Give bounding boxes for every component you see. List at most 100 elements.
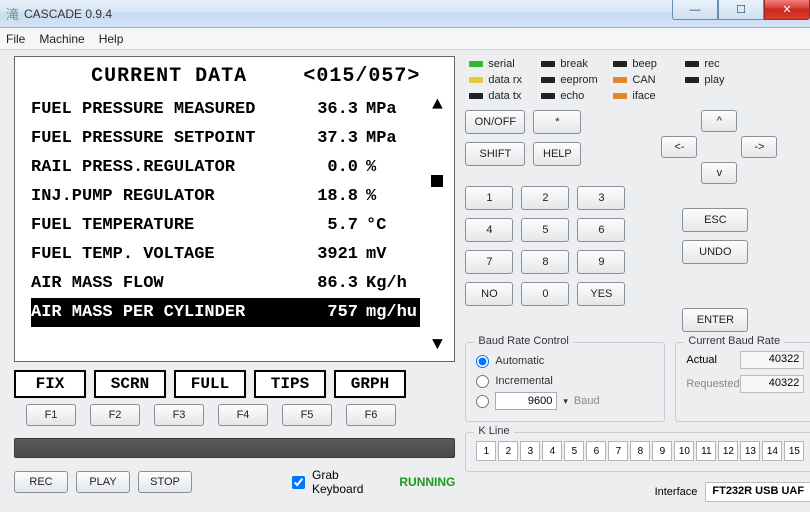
led-echo: echo — [541, 90, 613, 102]
scroll-thumb[interactable] — [431, 175, 443, 187]
lcd-row-value: 0.0 — [291, 158, 366, 177]
digit-8-button[interactable]: 8 — [521, 250, 569, 274]
progress-bar — [14, 438, 455, 458]
kline-cell-12[interactable]: 12 — [718, 441, 738, 461]
lcd-row-unit: °C — [366, 216, 386, 235]
lcd-row[interactable]: INJ.PUMP REGULATOR18.8% — [31, 182, 420, 211]
lcd-row-value: 757 — [291, 303, 366, 322]
lcd-row-label: AIR MASS PER CYLINDER — [31, 303, 291, 322]
lcd-row[interactable]: FUEL PRESSURE MEASURED36.3MPa — [31, 95, 420, 124]
scroll-up-icon[interactable]: ▲ — [432, 95, 443, 115]
kline-cell-7[interactable]: 7 — [608, 441, 628, 461]
shift-button[interactable]: SHIFT — [465, 142, 525, 166]
lcd-row[interactable]: FUEL TEMPERATURE5.7°C — [31, 211, 420, 240]
led-data-tx: data tx — [469, 90, 541, 102]
fnkey-f2[interactable]: F2 — [90, 404, 140, 426]
lcd-row[interactable]: RAIL PRESS.REGULATOR0.0% — [31, 153, 420, 182]
fnkey-f1[interactable]: F1 — [26, 404, 76, 426]
digit-3-button[interactable]: 3 — [577, 186, 625, 210]
kline-cell-15[interactable]: 15 — [784, 441, 804, 461]
led-indicator-icon — [469, 93, 483, 99]
digit-9-button[interactable]: 9 — [577, 250, 625, 274]
kline-cell-8[interactable]: 8 — [630, 441, 650, 461]
grab-keyboard-input[interactable] — [292, 476, 305, 489]
menu-machine[interactable]: Machine — [39, 32, 84, 46]
esc-button[interactable]: ESC — [682, 208, 748, 232]
requested-baud-value: 40322 — [740, 375, 804, 393]
minimize-button[interactable]: — — [672, 0, 718, 20]
scroll-down-icon[interactable]: ▼ — [432, 335, 443, 355]
kline-cell-3[interactable]: 3 — [520, 441, 540, 461]
fnkey-f3[interactable]: F3 — [154, 404, 204, 426]
softkey-fix[interactable]: FIX — [14, 370, 86, 398]
digit-1-button[interactable]: 1 — [465, 186, 513, 210]
kline-cell-14[interactable]: 14 — [762, 441, 782, 461]
menu-file[interactable]: File — [6, 32, 25, 46]
lcd-row-value: 37.3 — [291, 129, 366, 148]
baud-rate-control-group: Baud Rate Control Automatic Incremental … — [465, 342, 665, 422]
kline-cell-1[interactable]: 1 — [476, 441, 496, 461]
digit-2-button[interactable]: 2 — [521, 186, 569, 210]
maximize-button[interactable]: ☐ — [718, 0, 764, 20]
actual-baud-label: Actual — [686, 354, 717, 366]
baud-manual-radio[interactable]: ▾ Baud — [476, 391, 654, 411]
menu-help[interactable]: Help — [99, 32, 124, 46]
digit-0-button[interactable]: 0 — [521, 282, 569, 306]
kline-cell-10[interactable]: 10 — [674, 441, 694, 461]
lcd-row[interactable]: FUEL PRESSURE SETPOINT37.3MPa — [31, 124, 420, 153]
kline-cell-4[interactable]: 4 — [542, 441, 562, 461]
lcd-scrollbar[interactable]: ▲ ▼ — [426, 95, 448, 355]
digit-4-button[interactable]: 4 — [465, 218, 513, 242]
stop-button[interactable]: STOP — [138, 471, 192, 493]
digit-6-button[interactable]: 6 — [577, 218, 625, 242]
window-title: CASCADE 0.9.4 — [24, 7, 112, 21]
lcd-row-label: FUEL PRESSURE SETPOINT — [31, 129, 291, 148]
actual-baud-value: 40322 — [740, 351, 804, 369]
softkey-grph[interactable]: GRPH — [334, 370, 406, 398]
help-button[interactable]: HELP — [533, 142, 581, 166]
grab-keyboard-checkbox[interactable]: Grab Keyboard — [288, 468, 363, 496]
arrow-down-button[interactable]: v — [701, 162, 737, 184]
play-button[interactable]: PLAY — [76, 471, 130, 493]
baud-automatic-radio[interactable]: Automatic — [476, 351, 654, 371]
kline-cell-2[interactable]: 2 — [498, 441, 518, 461]
fnkey-f5[interactable]: F5 — [282, 404, 332, 426]
kline-cell-11[interactable]: 11 — [696, 441, 716, 461]
led-serial: serial — [469, 58, 541, 70]
lcd-row[interactable]: AIR MASS FLOW86.3Kg/h — [31, 269, 420, 298]
app-icon: 滝 — [6, 4, 19, 23]
window-buttons: — ☐ ✕ — [672, 0, 810, 20]
baud-manual-select[interactable] — [495, 392, 557, 410]
baud-incremental-radio[interactable]: Incremental — [476, 371, 654, 391]
current-baud-group: Current Baud Rate Actual 40322 Requested… — [675, 342, 810, 422]
fnkey-f4[interactable]: F4 — [218, 404, 268, 426]
softkey-row: FIX SCRN FULL TIPS GRPH — [14, 370, 455, 398]
kline-cell-6[interactable]: 6 — [586, 441, 606, 461]
no-button[interactable]: NO — [465, 282, 513, 306]
digit-7-button[interactable]: 7 — [465, 250, 513, 274]
kline-cell-9[interactable]: 9 — [652, 441, 672, 461]
onoff-button[interactable]: ON/OFF — [465, 110, 525, 134]
close-button[interactable]: ✕ — [764, 0, 810, 20]
softkey-full[interactable]: FULL — [174, 370, 246, 398]
undo-button[interactable]: UNDO — [682, 240, 748, 264]
fnkey-row: F1 F2 F3 F4 F5 F6 — [14, 404, 455, 426]
arrow-right-button[interactable]: -> — [741, 136, 777, 158]
softkey-scrn[interactable]: SCRN — [94, 370, 166, 398]
yes-button[interactable]: YES — [577, 282, 625, 306]
enter-button[interactable]: ENTER — [682, 308, 748, 332]
star-button[interactable]: * — [533, 110, 581, 134]
keypad-area: ON/OFF * SHIFT HELP 1 2 3 4 5 6 — [465, 110, 810, 332]
kline-cell-5[interactable]: 5 — [564, 441, 584, 461]
lcd-row-label: AIR MASS FLOW — [31, 274, 291, 293]
titlebar: 滝 CASCADE 0.9.4 — ☐ ✕ — [0, 0, 810, 28]
kline-cell-13[interactable]: 13 — [740, 441, 760, 461]
rec-button[interactable]: REC — [14, 471, 68, 493]
lcd-row[interactable]: AIR MASS PER CYLINDER757mg/hu — [31, 298, 420, 327]
softkey-tips[interactable]: TIPS — [254, 370, 326, 398]
lcd-row[interactable]: FUEL TEMP. VOLTAGE3921mV — [31, 240, 420, 269]
digit-5-button[interactable]: 5 — [521, 218, 569, 242]
arrow-left-button[interactable]: <- — [661, 136, 697, 158]
arrow-up-button[interactable]: ^ — [701, 110, 737, 132]
fnkey-f6[interactable]: F6 — [346, 404, 396, 426]
